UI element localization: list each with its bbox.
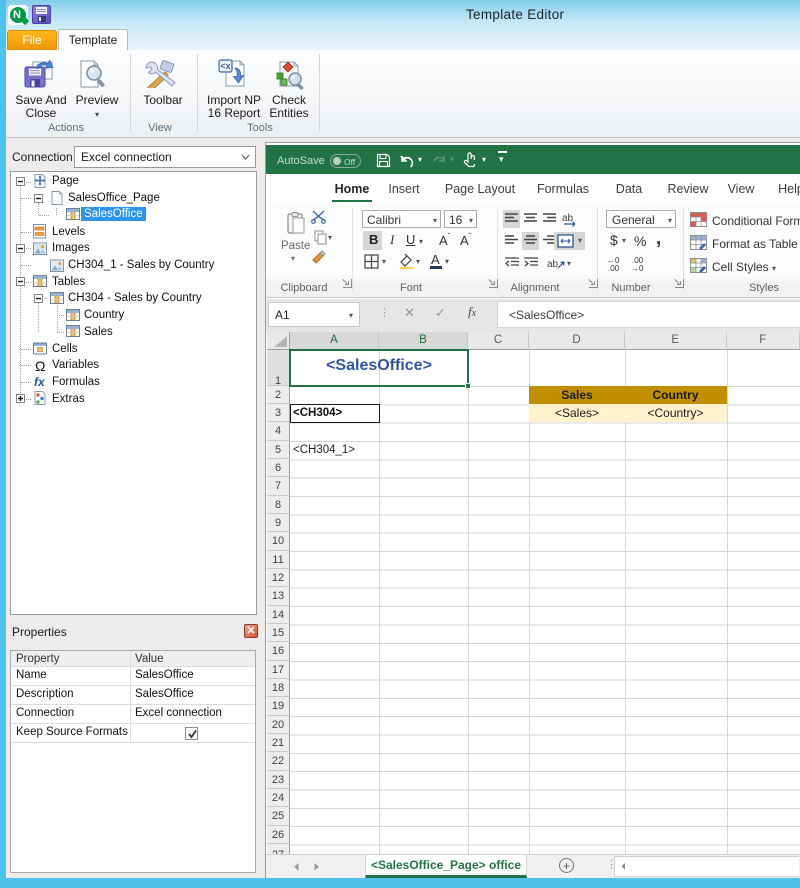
svg-text:ab: ab bbox=[547, 259, 559, 270]
svg-text:.00: .00 bbox=[608, 264, 620, 272]
svg-text:ab: ab bbox=[562, 213, 574, 224]
svg-text:→0: →0 bbox=[631, 264, 644, 272]
svg-text:<x: <x bbox=[220, 61, 230, 71]
